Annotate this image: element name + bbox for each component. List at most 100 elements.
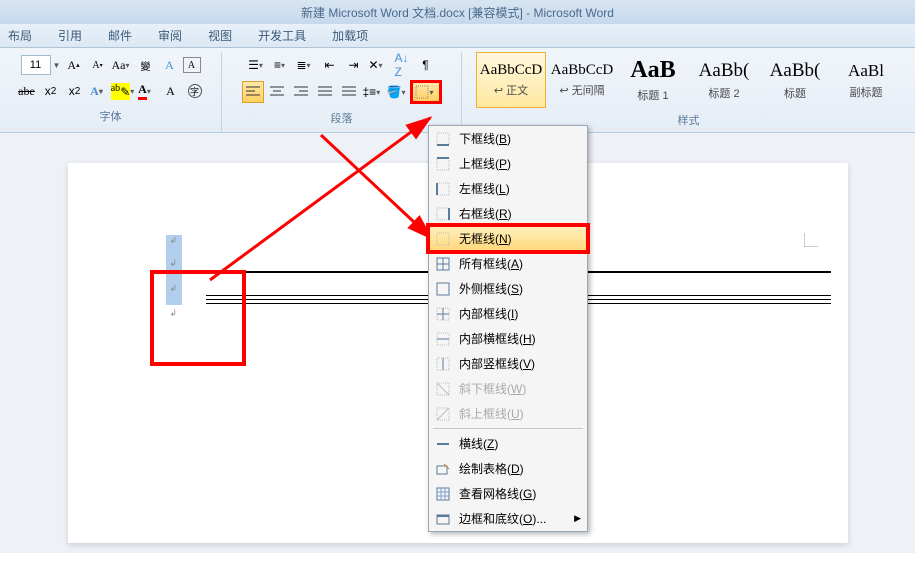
align-right-icon[interactable] [290, 81, 312, 103]
border-bottom-icon [435, 131, 451, 147]
tab-addins[interactable]: 加载项 [328, 25, 372, 46]
text-effects-icon[interactable]: A▾ [88, 80, 110, 102]
numbering-icon[interactable]: ≡▾ [271, 54, 293, 76]
tab-references[interactable]: 引用 [54, 25, 86, 46]
bullets-icon[interactable]: ☰▾ [247, 54, 269, 76]
border-all-icon [435, 256, 451, 272]
menu-separator [433, 428, 583, 429]
style-heading1[interactable]: AaB 标题 1 [618, 52, 688, 108]
grow-font-icon[interactable]: A▴ [63, 54, 85, 76]
styles-gallery[interactable]: AaBbCcD ↩ 正文 AaBbCcD ↩ 无间隔 AaB 标题 1 AaBb… [476, 52, 901, 108]
margin-corner-icon [804, 233, 818, 247]
menu-item-bottom[interactable]: 下框线(B) [429, 126, 587, 151]
border-top-icon [435, 156, 451, 172]
decrease-indent-icon[interactable]: ⇤ [319, 54, 341, 76]
ribbon-section-font: 11 ▼ A▴ A▾ Aa▾ 變 A A abe x2 x2 A▾ ab✎▾ A… [0, 52, 222, 132]
menu-item-inside-v[interactable]: 内部竖框线(V) [429, 351, 587, 376]
dialog-icon [435, 511, 451, 527]
title-bar: 新建 Microsoft Word 文档.docx [兼容模式] - Micro… [0, 0, 915, 24]
font-section-label: 字体 [100, 104, 122, 126]
sort-icon[interactable]: A↓Z [391, 54, 413, 76]
menu-item-all[interactable]: 所有框线(A) [429, 251, 587, 276]
grid-icon [435, 486, 451, 502]
phonetic-icon[interactable]: 變 [135, 54, 157, 76]
ribbon-section-styles: AaBbCcD ↩ 正文 AaBbCcD ↩ 无间隔 AaB 标题 1 AaBb… [462, 52, 915, 132]
styles-section-label: 样式 [678, 108, 700, 130]
menu-item-label: 绘制表格(D) [459, 460, 524, 477]
chevron-down-icon[interactable]: ▼ [53, 61, 61, 70]
border-inside-v-icon [435, 356, 451, 372]
font-color-icon[interactable]: A▾ [136, 80, 158, 102]
border-diag-up-icon [435, 406, 451, 422]
border-diag-down-icon [435, 381, 451, 397]
menu-item-draw[interactable]: 绘制表格(D) [429, 456, 587, 481]
style-heading2[interactable]: AaBb( 标题 2 [689, 52, 759, 108]
shrink-font-icon[interactable]: A▾ [87, 54, 109, 76]
show-marks-icon[interactable]: ¶ [415, 54, 437, 76]
border-left-icon [435, 181, 451, 197]
menu-item-label: 内部框线(I) [459, 305, 518, 322]
menu-item-dialog[interactable]: 边框和底纹(O)...▶ [429, 506, 587, 531]
border-inside-h-icon [435, 331, 451, 347]
menu-item-label: 斜下框线(W) [459, 380, 526, 397]
style-title[interactable]: AaBb( 标题 [760, 52, 830, 108]
line-spacing-icon[interactable]: ‡≡▾ [362, 81, 384, 103]
tab-view[interactable]: 视图 [204, 25, 236, 46]
align-left-icon[interactable] [242, 81, 264, 103]
char-shading-icon[interactable]: A [160, 80, 182, 102]
menu-item-inside-h[interactable]: 内部横框线(H) [429, 326, 587, 351]
hr-icon [435, 436, 451, 452]
borders-dropdown-menu: 下框线(B) 上框线(P) 左框线(L) 右框线(R) 无框线(N) 所有框线(… [428, 125, 588, 532]
menu-item-label: 横线(Z) [459, 435, 498, 452]
change-case-icon[interactable]: Aa▾ [111, 54, 133, 76]
style-subtitle[interactable]: AaBl 副标题 [831, 52, 901, 108]
menu-item-right[interactable]: 右框线(R) [429, 201, 587, 226]
menu-item-diag-down[interactable]: 斜下框线(W) [429, 376, 587, 401]
font-size-input[interactable]: 11 [21, 55, 51, 75]
superscript-icon[interactable]: x2 [64, 80, 86, 102]
multilevel-icon[interactable]: ≣▾ [295, 54, 317, 76]
subscript-icon[interactable]: x2 [40, 80, 62, 102]
clear-format-icon[interactable]: A [159, 54, 181, 76]
ribbon-section-paragraph: ☰▾ ≡▾ ≣▾ ⇤ ⇥ ✕▾ A↓Z ¶ ‡≡▾ [222, 52, 462, 132]
borders-button[interactable]: ▾ [410, 80, 442, 104]
menu-item-outside[interactable]: 外侧框线(S) [429, 276, 587, 301]
menu-item-label: 内部竖框线(V) [459, 355, 535, 372]
menu-item-label: 无框线(N) [459, 230, 512, 247]
align-justify-icon[interactable] [314, 81, 336, 103]
tab-review[interactable]: 审阅 [154, 25, 186, 46]
menu-item-label: 斜上框线(U) [459, 405, 524, 422]
menu-item-left[interactable]: 左框线(L) [429, 176, 587, 201]
menu-item-label: 上框线(P) [459, 155, 511, 172]
menu-item-inside[interactable]: 内部框线(I) [429, 301, 587, 326]
menu-item-label: 下框线(B) [459, 130, 511, 147]
ribbon: 11 ▼ A▴ A▾ Aa▾ 變 A A abe x2 x2 A▾ ab✎▾ A… [0, 48, 915, 133]
menu-item-hr[interactable]: 横线(Z) [429, 431, 587, 456]
draw-icon [435, 461, 451, 477]
para-mark-icon: ↲ [170, 235, 178, 246]
align-center-icon[interactable] [266, 81, 288, 103]
menu-item-none[interactable]: 无框线(N) [428, 225, 588, 252]
shading-icon[interactable]: 🪣▾ [386, 81, 408, 103]
highlight-icon[interactable]: ab✎▾ [112, 80, 134, 102]
border-outside-icon [435, 281, 451, 297]
strike-icon[interactable]: abe [16, 80, 38, 102]
distribute-icon[interactable] [338, 81, 360, 103]
style-no-spacing[interactable]: AaBbCcD ↩ 无间隔 [547, 52, 617, 108]
para-mark-icon: ↲ [170, 258, 178, 269]
menu-item-label: 所有框线(A) [459, 255, 523, 272]
tab-layout[interactable]: 布局 [4, 25, 36, 46]
menu-item-diag-up[interactable]: 斜上框线(U) [429, 401, 587, 426]
menu-item-label: 内部横框线(H) [459, 330, 536, 347]
increase-indent-icon[interactable]: ⇥ [343, 54, 365, 76]
tab-developer[interactable]: 开发工具 [254, 25, 310, 46]
style-normal[interactable]: AaBbCcD ↩ 正文 [476, 52, 546, 108]
border-right-icon [435, 206, 451, 222]
char-border-icon[interactable]: A [183, 57, 201, 73]
asian-layout-icon[interactable]: ✕▾ [367, 54, 389, 76]
tab-mailings[interactable]: 邮件 [104, 25, 136, 46]
menu-item-grid[interactable]: 查看网格线(G) [429, 481, 587, 506]
enclose-icon[interactable]: 字 [184, 80, 206, 102]
menu-item-label: 边框和底纹(O)... [459, 510, 546, 527]
menu-item-top[interactable]: 上框线(P) [429, 151, 587, 176]
